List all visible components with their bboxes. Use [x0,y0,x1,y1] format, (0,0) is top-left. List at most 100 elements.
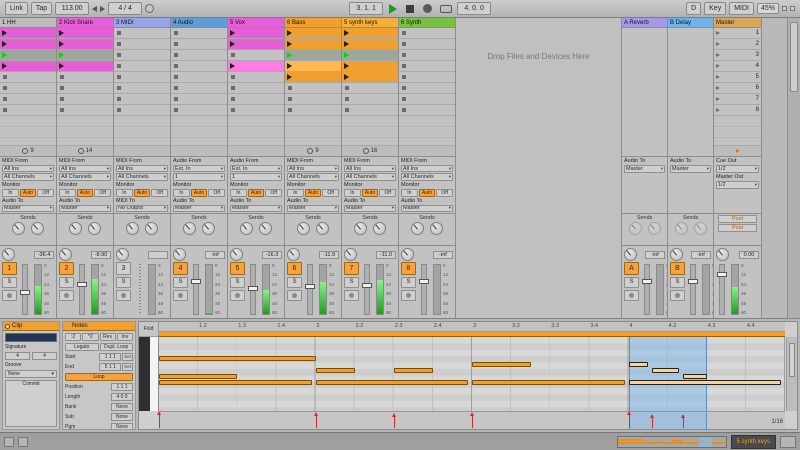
clip-slot-playing[interactable] [0,50,56,61]
send-b-knob[interactable] [430,222,443,235]
scene-launch-icon[interactable] [716,97,720,101]
clip-launch-icon[interactable] [2,63,7,69]
legato-button[interactable]: Legato [65,343,99,351]
piano-keyboard[interactable] [139,337,159,411]
scene-launch-icon[interactable] [716,53,720,57]
track-header[interactable]: 3 MIDI [114,18,170,28]
send-a-knob[interactable] [240,222,253,235]
clip-slot-empty[interactable] [0,94,56,105]
fader-handle[interactable] [248,286,258,292]
solo-button[interactable]: S [230,277,245,288]
monitor-switch[interactable]: In Auto Off [344,188,397,197]
return-track-header[interactable]: B Delay [668,18,713,28]
send-b-knob[interactable] [373,222,386,235]
send-a-knob[interactable] [69,222,82,235]
monitor-switch[interactable]: In Auto Off [116,188,169,197]
send-b-knob[interactable] [145,222,158,235]
scrollbar-thumb[interactable] [790,22,798,92]
show-detail-toggle[interactable] [18,436,28,447]
clip-slot-empty[interactable] [0,72,56,83]
clip-stop-icon[interactable] [231,75,235,79]
notes-box-header[interactable]: Notes [63,322,135,331]
clip-slot-empty[interactable] [399,61,455,72]
double-time-button[interactable]: *2 [82,333,99,341]
end-value[interactable]: 5 1 1 [99,363,122,371]
fader-handle[interactable] [362,282,372,288]
clip-slot-empty[interactable] [228,83,284,94]
clip-slot[interactable] [228,28,284,39]
input-type-select[interactable]: All Ins ▾ [116,165,168,173]
master-volume-value[interactable]: 0.00 [739,250,759,259]
clip-slot-playing[interactable] [342,50,398,61]
loop-toggle[interactable]: Loop [65,373,133,381]
midi-note[interactable] [472,361,531,367]
arm-button[interactable] [173,290,188,301]
clip-slot-empty[interactable] [228,105,284,116]
clip-stop-icon[interactable] [3,75,7,79]
signature-numerator[interactable]: 4 [5,352,30,360]
midi-map-button[interactable]: MIDI [729,2,754,15]
fader-handle[interactable] [77,281,87,287]
clip-stop-icon[interactable] [117,42,121,46]
velocity-lane[interactable] [157,411,785,429]
clip-slot-empty[interactable] [114,39,170,50]
midi-note[interactable] [628,361,649,367]
track-header[interactable]: 6 Bass [285,18,341,28]
input-channel-select[interactable]: All Channels ▾ [59,173,111,181]
track-header[interactable]: 1 HH [0,18,56,28]
scene-launch-icon[interactable] [716,108,720,112]
clip-stop-icon[interactable] [402,86,406,90]
scene-launch-slot[interactable]: 3 [714,50,761,61]
clip-stop-icon[interactable] [231,97,235,101]
loop-button[interactable] [440,4,453,13]
scene-launch-slot[interactable]: 8 [714,105,761,116]
input-channel-select[interactable]: All Channels ▾ [401,173,453,181]
clip-slot[interactable] [342,61,398,72]
clip-launch-icon[interactable] [344,30,349,36]
pan-knob[interactable] [670,248,683,261]
clip-slot-empty[interactable] [171,39,227,50]
monitor-switch[interactable]: In Auto Off [230,188,283,197]
clip-stop-icon[interactable] [402,64,406,68]
input-type-select[interactable]: All Ins ▾ [59,165,111,173]
clip-slot-empty[interactable] [342,105,398,116]
length-value[interactable]: 4 0 0 [111,393,133,401]
pan-knob[interactable] [401,248,414,261]
clip-slot-empty[interactable] [228,50,284,61]
clip-slot-empty[interactable] [114,83,170,94]
scene-launch-icon[interactable] [716,31,720,35]
clip-stop-icon[interactable] [345,86,349,90]
clip-stop-icon[interactable] [60,75,64,79]
solo-button[interactable]: S [59,277,74,288]
reverse-button[interactable]: Rev [99,333,116,341]
pre-post-toggle[interactable]: Post [718,215,757,223]
grid-resolution-label[interactable]: 1/16 [771,419,783,425]
time-signature-field[interactable]: 4 / 4 [108,2,143,15]
clip-slot-empty[interactable] [114,28,170,39]
program-select[interactable]: None [111,423,133,429]
clip-stop-icon[interactable] [174,108,178,112]
solo-button[interactable]: S [401,277,416,288]
send-b-knob[interactable] [259,222,272,235]
arm-button[interactable] [401,290,416,301]
clip-launch-icon[interactable] [230,41,235,47]
volume-fader[interactable]: 01224364860 [361,262,396,317]
track-activator[interactable]: 5 [230,262,245,275]
device-drop-area[interactable]: Drop Files and Devices Here [456,18,622,318]
clip-stop-icon[interactable] [288,108,292,112]
nudge-up-icon[interactable] [100,5,106,12]
midi-note[interactable] [315,367,355,373]
velocity-marker[interactable] [649,414,654,428]
volume-value[interactable]: -inf [205,250,225,259]
key-map-button[interactable]: Key [704,2,727,15]
clip-slot[interactable] [57,61,113,72]
scene-launch-slot[interactable]: 2 [714,39,761,50]
track-header[interactable]: 4 Audio [171,18,227,28]
clip-stop-icon[interactable] [174,75,178,79]
send-a-knob[interactable] [628,222,642,235]
clip-slot-empty[interactable] [171,50,227,61]
send-a-knob[interactable] [12,222,25,235]
clip-slot[interactable] [57,39,113,50]
monitor-switch[interactable]: In Auto Off [173,188,226,197]
loop-length-field[interactable]: 4. 0. 0 [457,2,492,15]
